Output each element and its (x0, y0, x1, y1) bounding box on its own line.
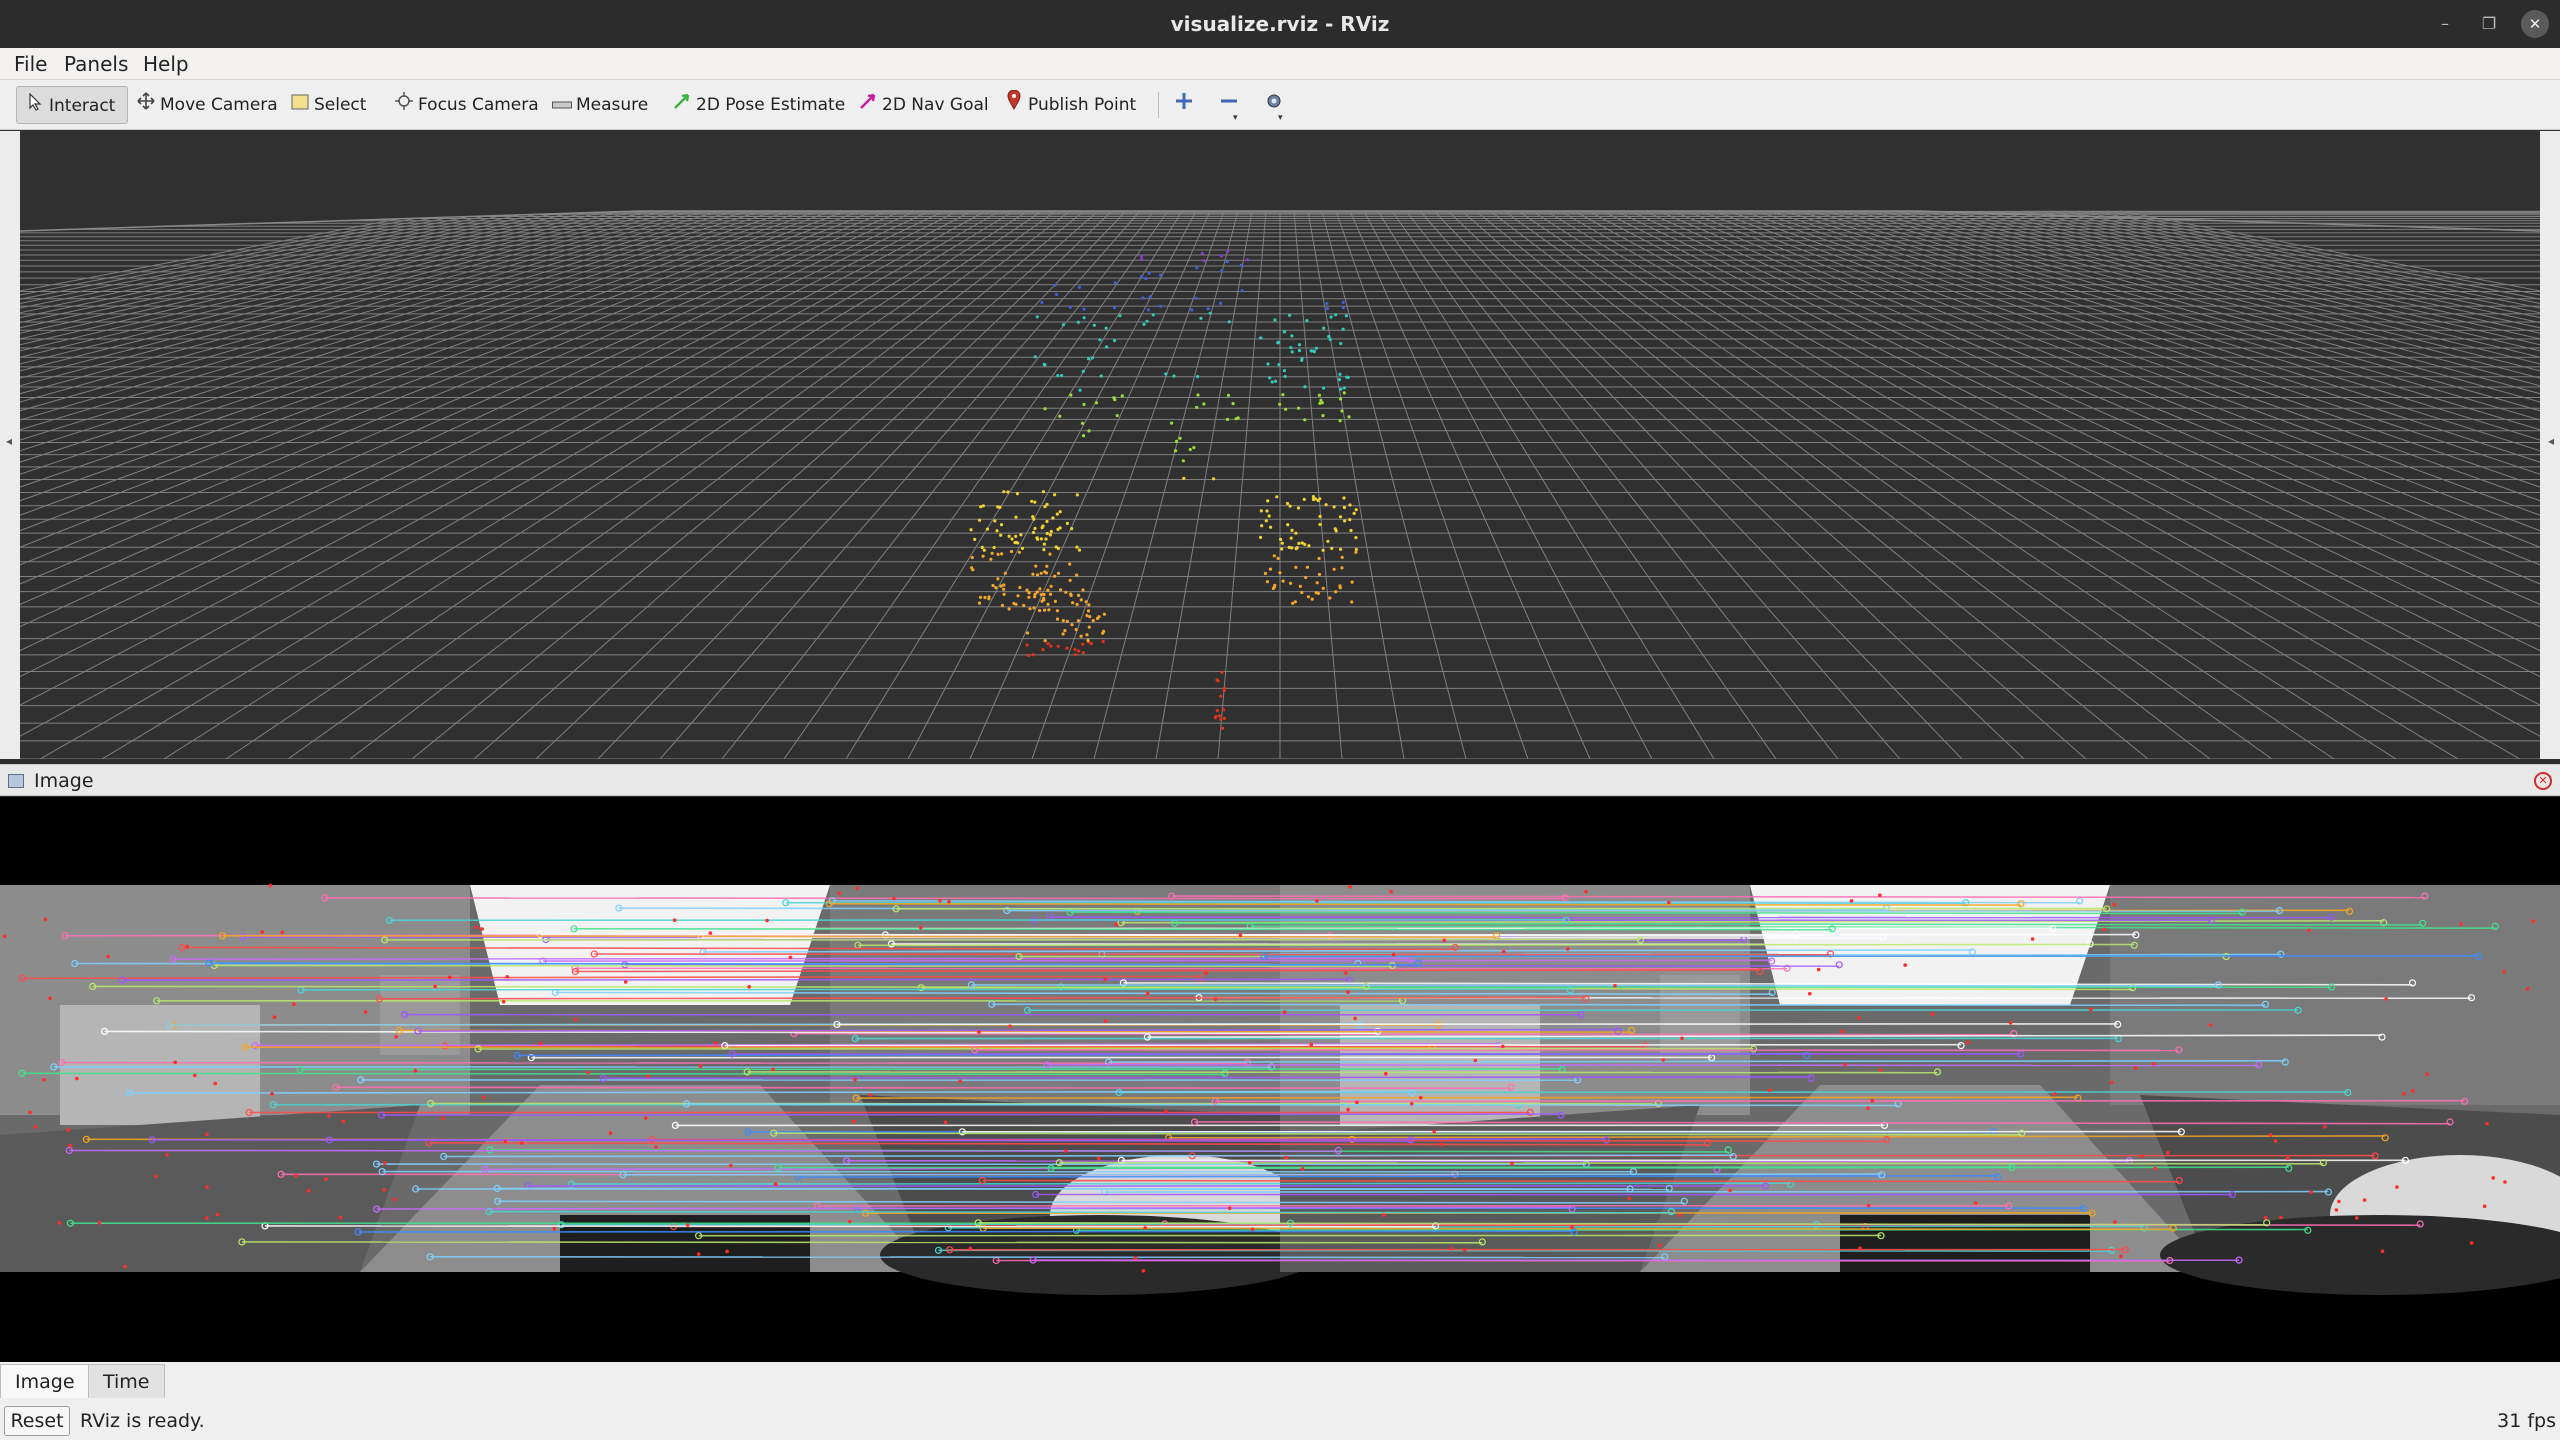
tool-label: Move Camera (160, 95, 278, 115)
add-tool-icon[interactable] (1170, 90, 1198, 118)
render-panel: ◂ ◂ (0, 131, 2560, 759)
select-box-icon (290, 86, 310, 124)
tool-label: Select (314, 95, 367, 115)
remove-tool-icon[interactable]: ▾ (1215, 90, 1243, 123)
reset-button[interactable]: Reset (4, 1406, 70, 1436)
menu-file[interactable]: File (14, 48, 47, 80)
focus-icon (394, 86, 414, 124)
camera-type-icon[interactable]: ▾ (1260, 90, 1288, 123)
collapse-right-icon[interactable]: ◂ (2544, 431, 2558, 451)
tool-select[interactable]: Select (290, 86, 366, 124)
tool-measure[interactable]: Measure (552, 86, 648, 124)
image-panel-header: Image ✕ (0, 764, 2560, 796)
tool-focus-camera[interactable]: Focus Camera (394, 86, 539, 124)
stereo-feature-matches-image (0, 883, 2560, 1295)
collapse-left-icon[interactable]: ◂ (2, 431, 16, 451)
window-titlebar: visualize.rviz - RViz – ❐ ✕ (0, 0, 2560, 48)
image-display[interactable] (0, 797, 2560, 1362)
cursor-icon (25, 87, 45, 125)
tool-label: 2D Nav Goal (882, 95, 989, 115)
tab-time[interactable]: Time (88, 1364, 165, 1398)
3d-viewport[interactable] (20, 131, 2540, 759)
close-icon[interactable]: ✕ (2521, 10, 2549, 38)
tool-2d-nav-goal[interactable]: 2D Nav Goal (858, 86, 989, 124)
move-icon (136, 86, 156, 124)
image-panel-icon (8, 774, 24, 788)
toolbar: Interact Move Camera Select Focus Camera… (0, 80, 2560, 130)
tool-label: Measure (576, 95, 649, 115)
menubar: File Panels Help (0, 48, 2560, 80)
fps-counter: 31 fps (2497, 1410, 2556, 1432)
panel-tabs: Image Time (0, 1362, 2560, 1402)
chevron-down-icon: ▾ (1233, 113, 1238, 123)
ruler-icon (552, 86, 572, 124)
menu-panels[interactable]: Panels (64, 48, 128, 80)
close-panel-icon[interactable]: ✕ (2534, 772, 2552, 790)
tab-image[interactable]: Image (0, 1364, 90, 1398)
statusbar: Reset RViz is ready. 31 fps (0, 1402, 2560, 1440)
camera-frames (0, 885, 2560, 1295)
tool-label: Focus Camera (418, 95, 539, 115)
ground-grid (20, 210, 2540, 759)
tool-move-camera[interactable]: Move Camera (136, 86, 278, 124)
status-message: RViz is ready. (80, 1410, 205, 1432)
tool-label: Publish Point (1028, 95, 1137, 115)
image-panel-title: Image (34, 770, 94, 792)
3d-scene (20, 131, 2540, 759)
window-title: visualize.rviz - RViz (1170, 12, 1390, 36)
tool-label: 2D Pose Estimate (696, 95, 846, 115)
tool-2d-pose-estimate[interactable]: 2D Pose Estimate (672, 86, 845, 124)
minimize-icon[interactable]: – (2431, 10, 2459, 38)
tool-label: Interact (49, 96, 116, 116)
toolbar-separator (1158, 92, 1159, 118)
tool-publish-point[interactable]: Publish Point (1004, 86, 1136, 124)
pink-arrow-icon (858, 86, 878, 124)
tool-interact[interactable]: Interact (16, 86, 128, 124)
map-pin-icon (1004, 86, 1024, 124)
maximize-icon[interactable]: ❐ (2475, 10, 2503, 38)
menu-help[interactable]: Help (143, 48, 189, 80)
green-arrow-icon (672, 86, 692, 124)
chevron-down-icon: ▾ (1278, 113, 1283, 123)
